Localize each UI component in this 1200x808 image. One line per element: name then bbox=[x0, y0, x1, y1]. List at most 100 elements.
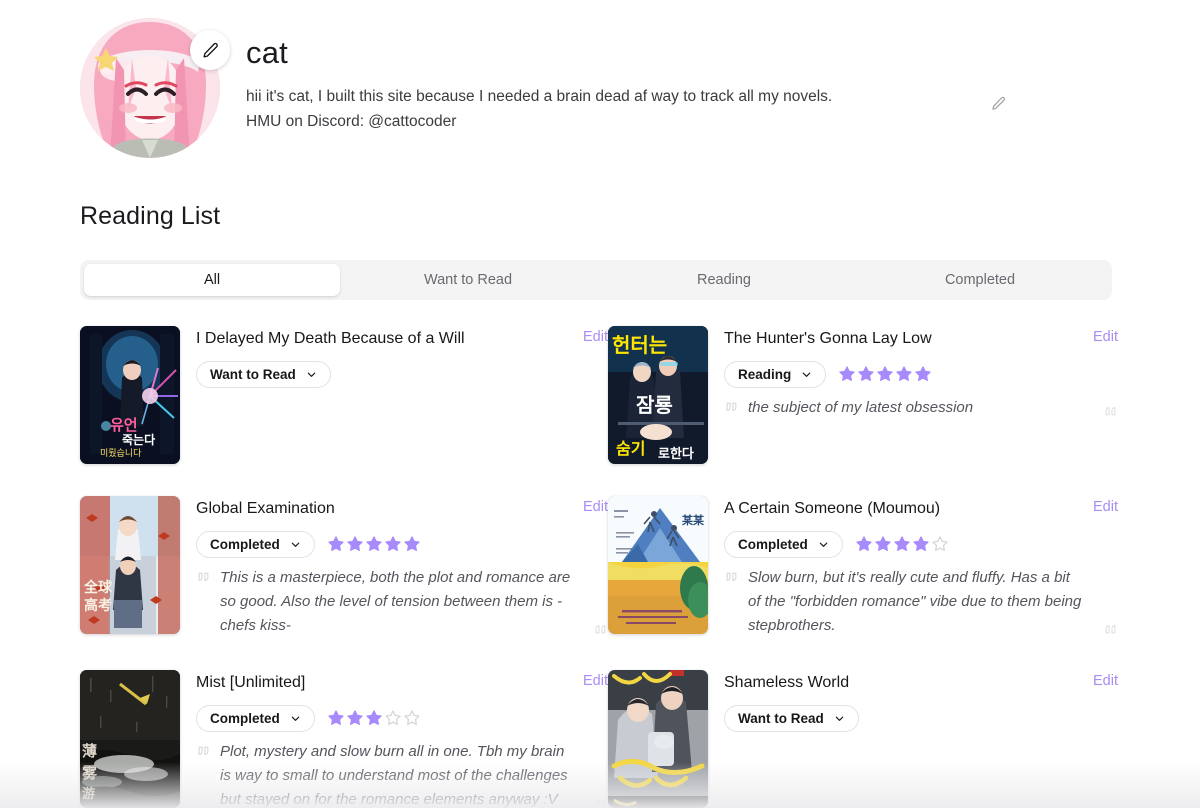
star-icon[interactable] bbox=[327, 709, 345, 727]
svg-text:로한다: 로한다 bbox=[658, 446, 694, 462]
edit-book-link[interactable]: Edit bbox=[1093, 329, 1118, 345]
tab-want-to-read[interactable]: Want to Read bbox=[340, 264, 596, 296]
star-icon[interactable] bbox=[893, 535, 911, 553]
star-icon[interactable] bbox=[327, 535, 345, 553]
rating-stars[interactable] bbox=[855, 535, 949, 553]
chevron-down-icon bbox=[291, 542, 300, 547]
tab-label: Want to Read bbox=[423, 272, 513, 288]
review-text: This is a masterpiece, both the plot and… bbox=[220, 568, 571, 634]
bio-row: hii it's cat, I built this site because … bbox=[246, 84, 1006, 134]
book-review: the subject of my latest obsession bbox=[724, 396, 1118, 420]
book-details: Global Examination Edit Completed This i… bbox=[180, 496, 608, 638]
book-card: 某某 A Certain Someone (Moumou) Edit Compl… bbox=[608, 496, 1118, 638]
book-header: Mist [Unlimited] Edit bbox=[196, 673, 608, 694]
svg-text:雾: 雾 bbox=[81, 764, 98, 782]
tab-label: All bbox=[203, 272, 221, 288]
edit-avatar-button[interactable] bbox=[190, 30, 230, 70]
chevron-down-icon bbox=[835, 716, 844, 721]
star-icon[interactable] bbox=[365, 709, 383, 727]
avatar-container bbox=[80, 18, 230, 158]
book-cover[interactable]: 薄 雾 游 bbox=[80, 669, 180, 808]
status-label: Completed bbox=[210, 710, 280, 726]
quote-close-icon bbox=[1103, 404, 1118, 417]
status-dropdown[interactable]: Completed bbox=[196, 530, 315, 558]
book-header: Global Examination Edit bbox=[196, 499, 608, 520]
rating-stars[interactable] bbox=[327, 709, 421, 727]
edit-book-link[interactable]: Edit bbox=[583, 329, 608, 345]
star-icon[interactable] bbox=[912, 535, 930, 553]
star-icon[interactable] bbox=[346, 535, 364, 553]
tab-completed[interactable]: Completed bbox=[852, 264, 1108, 296]
edit-book-link[interactable]: Edit bbox=[1093, 673, 1118, 689]
profile-header: cat hii it's cat, I built this site beca… bbox=[0, 0, 1200, 158]
rating-stars[interactable] bbox=[838, 365, 932, 383]
quote-open-icon bbox=[196, 571, 211, 584]
svg-text:죽는다: 죽는다 bbox=[122, 432, 155, 447]
quote-open-icon bbox=[724, 571, 739, 584]
tab-reading[interactable]: Reading bbox=[596, 264, 852, 296]
status-label: Completed bbox=[210, 536, 280, 552]
edit-book-link[interactable]: Edit bbox=[583, 673, 608, 689]
book-cover[interactable]: 헌터는 잠룡 숨기 로한다 bbox=[608, 326, 708, 464]
book-title: Global Examination bbox=[196, 500, 335, 517]
svg-text:미뤘습니다: 미뤘습니다 bbox=[100, 448, 142, 459]
star-icon[interactable] bbox=[876, 365, 894, 383]
book-details: Shameless World Edit Want to Read bbox=[708, 670, 1118, 732]
book-cover[interactable]: 某某 bbox=[608, 496, 708, 634]
book-grid: 유언 죽는다 미뤘습니다 I Delayed My Death Because … bbox=[80, 326, 1120, 808]
book-details: The Hunter's Gonna Lay Low Edit Reading … bbox=[708, 326, 1118, 420]
star-icon[interactable] bbox=[346, 709, 364, 727]
edit-book-link[interactable]: Edit bbox=[1093, 499, 1118, 515]
svg-text:游: 游 bbox=[82, 786, 95, 802]
username: cat bbox=[246, 35, 288, 70]
quote-close-icon bbox=[593, 622, 608, 635]
book-meta: Completed bbox=[724, 530, 1118, 558]
svg-text:숨기: 숨기 bbox=[616, 439, 645, 458]
status-label: Completed bbox=[738, 536, 808, 552]
book-meta: Completed bbox=[196, 530, 608, 558]
star-icon[interactable] bbox=[855, 535, 873, 553]
status-dropdown[interactable]: Completed bbox=[196, 704, 315, 732]
status-dropdown[interactable]: Reading bbox=[724, 360, 827, 388]
svg-text:薄: 薄 bbox=[82, 742, 97, 760]
star-icon[interactable] bbox=[914, 365, 932, 383]
book-header: The Hunter's Gonna Lay Low Edit bbox=[724, 329, 1118, 350]
status-dropdown[interactable]: Completed bbox=[724, 530, 843, 558]
book-details: A Certain Someone (Moumou) Edit Complete… bbox=[708, 496, 1118, 638]
star-icon[interactable] bbox=[403, 709, 421, 727]
book-title: The Hunter's Gonna Lay Low bbox=[724, 330, 932, 347]
book-cover[interactable]: 全球 高考 bbox=[80, 496, 180, 634]
tab-all[interactable]: All bbox=[84, 264, 340, 296]
svg-text:헌터는: 헌터는 bbox=[612, 333, 667, 357]
book-title: I Delayed My Death Because of a Will bbox=[196, 330, 465, 347]
edit-bio-button[interactable] bbox=[991, 96, 1006, 111]
svg-text:高考: 高考 bbox=[84, 597, 112, 614]
svg-text:全球: 全球 bbox=[83, 579, 113, 596]
star-icon[interactable] bbox=[838, 365, 856, 383]
chevron-down-icon bbox=[307, 372, 316, 377]
star-icon[interactable] bbox=[384, 535, 402, 553]
star-icon[interactable] bbox=[874, 535, 892, 553]
book-cover[interactable]: 유언 죽는다 미뤘습니다 bbox=[80, 326, 180, 464]
quote-close-icon bbox=[593, 796, 608, 808]
book-cover[interactable] bbox=[608, 669, 708, 808]
edit-book-link[interactable]: Edit bbox=[583, 499, 608, 515]
book-card: 全球 高考 Global Examination Edit Completed bbox=[80, 496, 608, 638]
quote-open-icon bbox=[724, 401, 739, 414]
svg-text:某某: 某某 bbox=[681, 513, 705, 527]
star-icon[interactable] bbox=[895, 365, 913, 383]
review-text: the subject of my latest obsession bbox=[748, 398, 974, 416]
status-dropdown[interactable]: Want to Read bbox=[196, 360, 331, 388]
quote-open-icon bbox=[196, 745, 211, 758]
rating-stars[interactable] bbox=[327, 535, 421, 553]
book-title: Mist [Unlimited] bbox=[196, 673, 306, 691]
status-label: Want to Read bbox=[738, 710, 824, 726]
status-dropdown[interactable]: Want to Read bbox=[724, 704, 859, 732]
star-icon[interactable] bbox=[384, 709, 402, 727]
star-icon[interactable] bbox=[931, 535, 949, 553]
status-label: Want to Read bbox=[210, 366, 296, 382]
star-icon[interactable] bbox=[403, 535, 421, 553]
star-icon[interactable] bbox=[365, 535, 383, 553]
svg-text:유언: 유언 bbox=[110, 416, 138, 434]
star-icon[interactable] bbox=[857, 365, 875, 383]
